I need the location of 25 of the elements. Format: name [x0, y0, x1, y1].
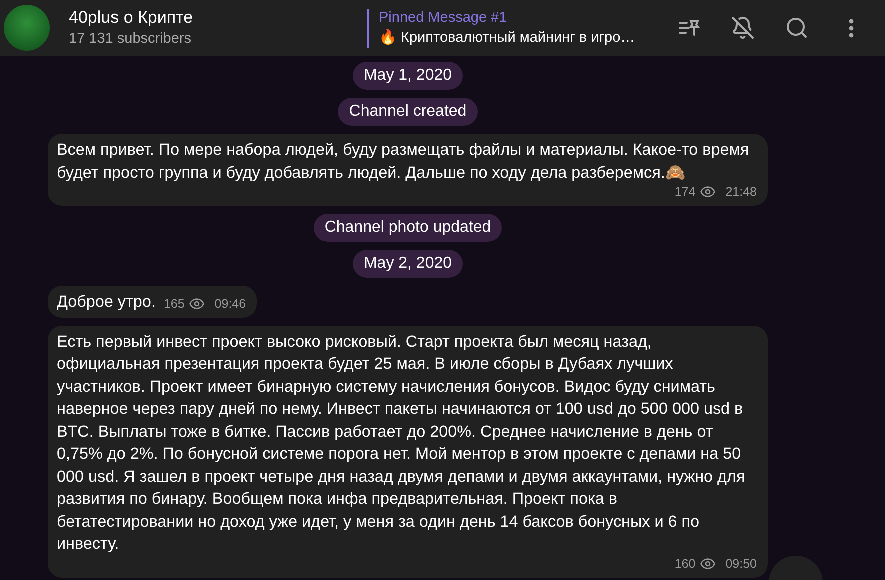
message-time: 21:48 — [726, 184, 757, 200]
view-count: 160 — [674, 556, 696, 572]
pinned-message[interactable]: Pinned Message #1 🔥 Криптовалютный майнинг в игро… — [367, 8, 659, 48]
message-time: 09:46 — [214, 296, 246, 312]
more-icon — [848, 18, 854, 38]
view-count: 174 — [674, 184, 696, 200]
eye-icon — [188, 296, 205, 312]
service-message: Channel photo updated — [314, 214, 502, 242]
message-time: 09:50 — [726, 556, 757, 572]
subscriber-count: 17 131 subscribers — [69, 30, 193, 49]
pinned-text: 🔥 Криптовалютный майнинг в игро… — [379, 28, 636, 48]
service-message: Channel created — [338, 98, 478, 126]
channel-avatar — [4, 5, 50, 51]
search-icon — [785, 16, 809, 40]
message-text: Доброе утро. — [57, 292, 156, 313]
message-text: Есть первый инвест проект высоко рисковый. Старт проекта был месяц назад, официальная презентация проекта будет 25 мая. В июле сборы в Дубаях лучших участников. Проект имеет бинарную систему начисления бонусов. Видос буду снимать наверное через пару дней по нему. Инвест пакеты начинаются от 100 usd до 500 000 usd в BTC. Выплаты тоже в битке. Пассив работает до 200%. Среднее начисление в день от 0,75% до 2%. По бонусной системе порога нет. Мой ментор в этом проекте с депами на 50 000 usd. Я зашел в проект четыре дня назад двумя депами и двумя аккаунтами, нужно для развития по бинару. Вообщем пока инфа предварительная. Проект пока в бетатестировании но доход уже идет, у меня за один день 14 баксов бонусных и 6 по инвесту. — [57, 332, 746, 555]
service-message: May 1, 2020 — [352, 62, 464, 90]
service-message: May 2, 2020 — [352, 250, 464, 278]
message-text: Всем привет. По мере набора людей, буду размещать файлы и материалы. Какое-то время будет просто группа и буду добавлять людей. Дальше по ходу дела разберемся.🙈 — [57, 140, 750, 184]
pinned-title: Pinned Message #1 — [379, 8, 508, 28]
eye-icon — [700, 556, 716, 572]
eye-icon — [700, 184, 716, 200]
view-count: 165 — [164, 296, 185, 312]
channel-title: 40plus о Крипте — [69, 7, 194, 29]
bell-off-icon — [731, 16, 755, 40]
